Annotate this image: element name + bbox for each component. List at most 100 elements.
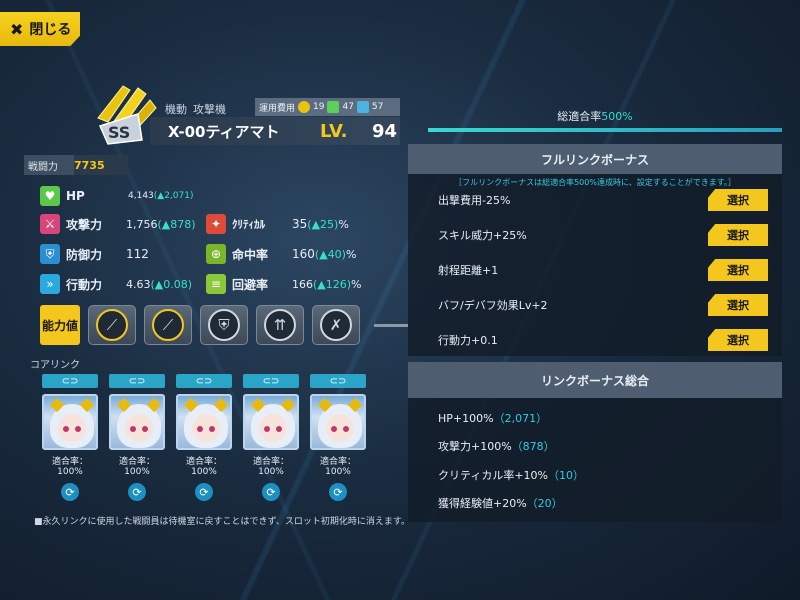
stat-critical: ✦ ｸﾘﾃｨｶﾙ 35 (▲25) %: [206, 214, 349, 234]
stat-accuracy-label: 命中率: [232, 247, 269, 262]
speed-icon: »: [40, 274, 60, 294]
stat-evasion: ≡ 回避率 166 (▲126) %: [206, 274, 362, 294]
stat-action: » 行動力 4.63 (▲0.08): [40, 274, 192, 294]
member-portrait[interactable]: [42, 394, 98, 450]
unit-type: 機動 攻撃機: [165, 101, 226, 117]
level-value: 94: [372, 120, 398, 142]
total-fit-value: 500%: [601, 110, 633, 123]
shield-emblem-icon: ⛨: [208, 309, 240, 341]
stat-hp-label: HP: [66, 189, 85, 203]
crosshair-icon: ⊕: [206, 244, 226, 264]
full-link-item-label: 出撃費用-25%: [438, 194, 511, 207]
blade-icon: ⟋: [96, 309, 128, 341]
unit-category: 機動: [165, 103, 187, 116]
member-portrait[interactable]: [310, 394, 366, 450]
link-chain-icon[interactable]: ⊂⊃: [243, 374, 299, 388]
swap-icon[interactable]: ⟳: [128, 483, 146, 501]
skill-slot-1[interactable]: ⟋: [88, 305, 136, 345]
fit-rate: 適合率：100%: [118, 457, 155, 477]
empty-skill-slot: [374, 323, 408, 327]
stat-hp-bonus: (▲2,071): [153, 191, 194, 201]
full-link-item: 出撃費用-25% 選択: [438, 188, 768, 212]
link-total-extra: （10）: [548, 469, 585, 482]
close-button[interactable]: ✖ 閉じる: [0, 12, 80, 46]
ability-row: 能力値 ⟋ ⟋ ⛨ ⇈ ✗: [40, 305, 408, 345]
select-button[interactable]: 選択: [708, 259, 768, 281]
shield-icon: ⛨: [40, 244, 60, 264]
evasion-icon: ≡: [206, 274, 226, 294]
attack-icon: ⚔: [40, 214, 60, 234]
ability-button[interactable]: 能力値: [40, 305, 80, 345]
fuel-icon: [298, 101, 311, 113]
select-button[interactable]: 選択: [708, 224, 768, 246]
swap-icon[interactable]: ⟳: [329, 483, 347, 501]
full-link-item: 射程距離+1 選択: [438, 258, 768, 282]
total-fit-label: 総適合率: [557, 110, 602, 123]
member-portrait[interactable]: [243, 394, 299, 450]
skill-slot-2[interactable]: ⟋: [144, 305, 192, 345]
blade-icon: ⟋: [152, 309, 184, 341]
cost-bar: 運用費用 19 47 57: [255, 98, 400, 116]
link-total-item: 獲得経験値+20%（20）: [438, 495, 563, 511]
stat-accuracy-bonus: (▲40): [314, 247, 346, 261]
total-fit-bar: [428, 128, 782, 132]
stat-defense-value: 112: [126, 247, 149, 261]
rank-badge-text: SS: [108, 123, 130, 142]
skill-slot-3[interactable]: ⛨: [200, 305, 248, 345]
close-icon: ✖: [10, 19, 24, 39]
total-fit-rate: 総適合率500%: [408, 108, 782, 124]
stat-critical-bonus: (▲25): [307, 217, 339, 231]
stat-attack-bonus: (▲878): [157, 217, 196, 231]
stat-attack-value: 1,756: [126, 217, 158, 231]
link-total-text: 攻撃力+100%: [438, 440, 512, 453]
member-portrait[interactable]: [176, 394, 232, 450]
fit-rate: 適合率：100%: [51, 457, 88, 477]
link-total-item: HP+100%（2,071）: [438, 410, 547, 426]
select-button[interactable]: 選択: [708, 329, 768, 351]
full-link-header: フルリンクボーナス: [408, 144, 782, 174]
stat-accuracy: ⊕ 命中率 160 (▲40) %: [206, 244, 356, 264]
unit-type-label: 攻撃機: [193, 103, 226, 116]
heart-icon: ♥: [40, 186, 60, 206]
swap-icon[interactable]: ⟳: [262, 483, 280, 501]
fit-rate: 適合率：100%: [319, 457, 356, 477]
combat-power-label: 戦闘力: [28, 161, 58, 173]
wrench-icon: ✗: [320, 309, 352, 341]
core-card: ⊂⊃ 適合率：100% ⟳: [310, 374, 366, 501]
select-button[interactable]: 選択: [708, 189, 768, 211]
corelink-note: ■永久リンクに使用した戦闘員は待機室に戻すことはできず、スロット初期化時に消えま…: [34, 517, 410, 527]
energy-icon: [327, 101, 340, 113]
fit-rate: 適合率：100%: [252, 457, 289, 477]
full-link-item-label: バフ/デバフ効果Lv+2: [438, 299, 548, 312]
stat-attack-label: 攻撃力: [66, 217, 103, 232]
full-link-item: 行動力+0.1 選択: [438, 328, 768, 352]
link-chain-icon[interactable]: ⊂⊃: [310, 374, 366, 388]
corelink-title: コアリンク: [30, 360, 80, 371]
cost-value-parts: 57: [371, 102, 384, 112]
link-chain-icon[interactable]: ⊂⊃: [42, 374, 98, 388]
stat-defense: ⛨ 防御力 112: [40, 244, 149, 264]
stat-action-bonus: (▲0.08): [150, 277, 193, 291]
missiles-icon: ⇈: [264, 309, 296, 341]
member-portrait[interactable]: [109, 394, 165, 450]
select-button[interactable]: 選択: [708, 294, 768, 316]
full-link-panel: ［フルリンクボーナスは総適合率500%達成時に、設定することができます。］ 出撃…: [408, 174, 782, 356]
core-card: ⊂⊃ 適合率：100% ⟳: [42, 374, 98, 501]
skill-slot-4[interactable]: ⇈: [256, 305, 304, 345]
stat-hp-value: 4,143: [128, 191, 154, 201]
cost-label: 運用費用: [259, 103, 296, 114]
unit-name: X-00ティアマト: [168, 122, 280, 141]
corelink-cards: ⊂⊃ 適合率：100% ⟳ ⊂⊃ 適合率：100% ⟳ ⊂⊃ 適合率：100% …: [42, 374, 366, 501]
swap-icon[interactable]: ⟳: [195, 483, 213, 501]
swap-icon[interactable]: ⟳: [61, 483, 79, 501]
stat-critical-value: 35: [292, 217, 308, 231]
link-chain-icon[interactable]: ⊂⊃: [109, 374, 165, 388]
unit-name-bar: X-00ティアマト LV. 94: [150, 117, 400, 145]
link-total-item: クリティカル率+10%（10）: [438, 467, 584, 483]
skill-slot-5[interactable]: ✗: [312, 305, 360, 345]
link-total-text: HP+100%: [438, 412, 494, 425]
link-chain-icon[interactable]: ⊂⊃: [176, 374, 232, 388]
stat-evasion-value: 166: [292, 277, 313, 291]
link-total-text: 獲得経験値+20%: [438, 497, 527, 510]
stat-accuracy-value: 160: [292, 247, 315, 261]
